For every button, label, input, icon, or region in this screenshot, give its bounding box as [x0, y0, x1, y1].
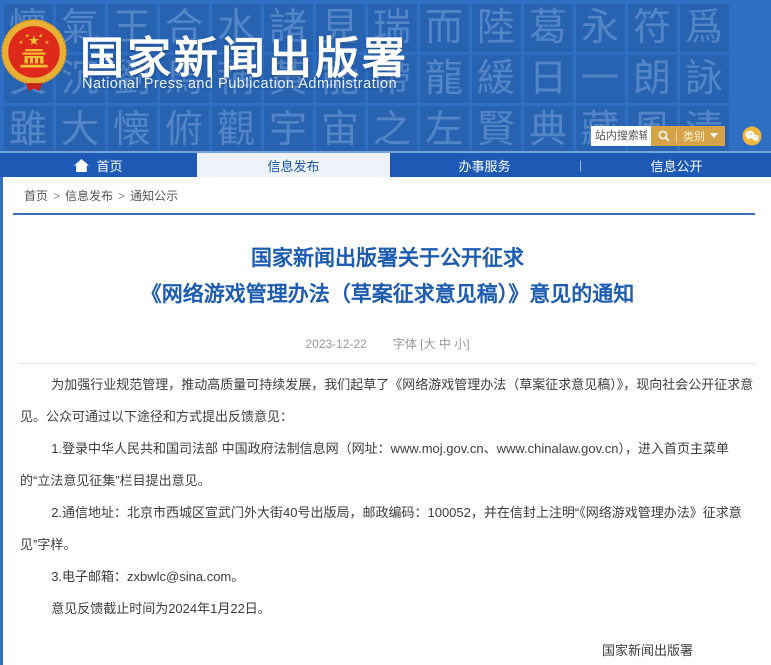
svg-text:★: ★ [25, 34, 30, 40]
nav-item-home[interactable]: 首页 [0, 153, 197, 177]
publish-date: 2023-12-22 [305, 337, 366, 351]
category-dropdown-label[interactable]: 类别 [683, 128, 705, 144]
nav-item-info-disclosure[interactable]: 信息公开 [582, 153, 771, 177]
article-meta: 2023-12-22 字体 [大 中 小] [20, 335, 755, 352]
paragraph: 1.登录中华人民共和国司法部 中国政府法制信息网（网址：www.moj.gov.… [20, 433, 755, 497]
signature-org: 国家新闻出版署 [20, 635, 693, 665]
nav-item-services[interactable]: 办事服务 [390, 153, 579, 177]
breadcrumb-notices[interactable]: 通知公示 [130, 189, 178, 203]
breadcrumb-divider [13, 213, 755, 215]
breadcrumb-home[interactable]: 首页 [24, 189, 48, 203]
wechat-icon[interactable] [742, 126, 762, 146]
svg-text:★: ★ [44, 40, 49, 46]
article-title: 国家新闻出版署关于公开征求 《网络游戏管理办法（草案征求意见稿）》意见的通知 [20, 241, 755, 313]
nav-item-info-release[interactable]: 信息发布 [197, 153, 390, 177]
signature-block: 国家新闻出版署 2023年12月22日 [20, 635, 755, 665]
search-input[interactable] [591, 126, 651, 146]
breadcrumb: 首页 > 信息发布 > 通知公示 [20, 187, 755, 204]
font-size-label: 字体 [ [393, 337, 424, 351]
paragraph: 2.通信地址：北京市西城区宣武门外大街40号出版局，邮政编码：100052，并在… [20, 497, 755, 561]
search-icon[interactable] [658, 130, 670, 142]
font-size-label-end: ] [466, 337, 469, 351]
article-title-line2: 《网络游戏管理办法（草案征求意见稿）》意见的通知 [20, 277, 755, 313]
site-subtitle-en: National Press and Publication Administr… [82, 76, 397, 92]
article-body: 为加强行业规范管理，推动高质量可持续发展，我们起草了《网络游戏管理办法（草案征求… [20, 369, 755, 625]
site-search: | 类别 [591, 125, 762, 146]
paragraph: 意见反馈截止时间为2024年1月22日。 [20, 593, 755, 625]
breadcrumb-info-release[interactable]: 信息发布 [65, 189, 113, 203]
font-size-small[interactable]: 小 [454, 337, 466, 351]
home-icon [74, 159, 89, 172]
font-size-large[interactable]: 大 [423, 337, 435, 351]
paragraph: 3.电子邮箱：zxbwlc@sina.com。 [20, 561, 755, 593]
national-emblem-logo: ★ ★ ★ ★ ★ [0, 18, 68, 98]
article-title-line1: 国家新闻出版署关于公开征求 [20, 241, 755, 277]
breadcrumb-separator: > [118, 189, 125, 203]
search-controls: | 类别 [651, 126, 725, 146]
search-divider: | [675, 129, 678, 143]
nav-home-label: 首页 [96, 156, 122, 175]
title-divider [20, 363, 755, 364]
breadcrumb-separator: > [53, 189, 60, 203]
chevron-down-icon[interactable] [710, 133, 718, 138]
svg-text:★: ★ [19, 40, 24, 46]
article-page: 首页 > 信息发布 > 通知公示 国家新闻出版署关于公开征求 《网络游戏管理办法（草案征… [0, 177, 771, 665]
site-header: 懷氣王合水諸見瑞而陸葛永符爲交沉劉馬稱黃能帶龍緩日一朗詠雖大懐俯觀宇宙之左賢典藏… [0, 0, 771, 151]
main-nav: 首页 信息发布 办事服务 | 信息公开 [0, 151, 771, 177]
paragraph: 为加强行业规范管理，推动高质量可持续发展，我们起草了《网络游戏管理办法（草案征求… [20, 369, 755, 433]
svg-text:★: ★ [38, 34, 43, 40]
font-size-medium[interactable]: 中 [439, 337, 451, 351]
